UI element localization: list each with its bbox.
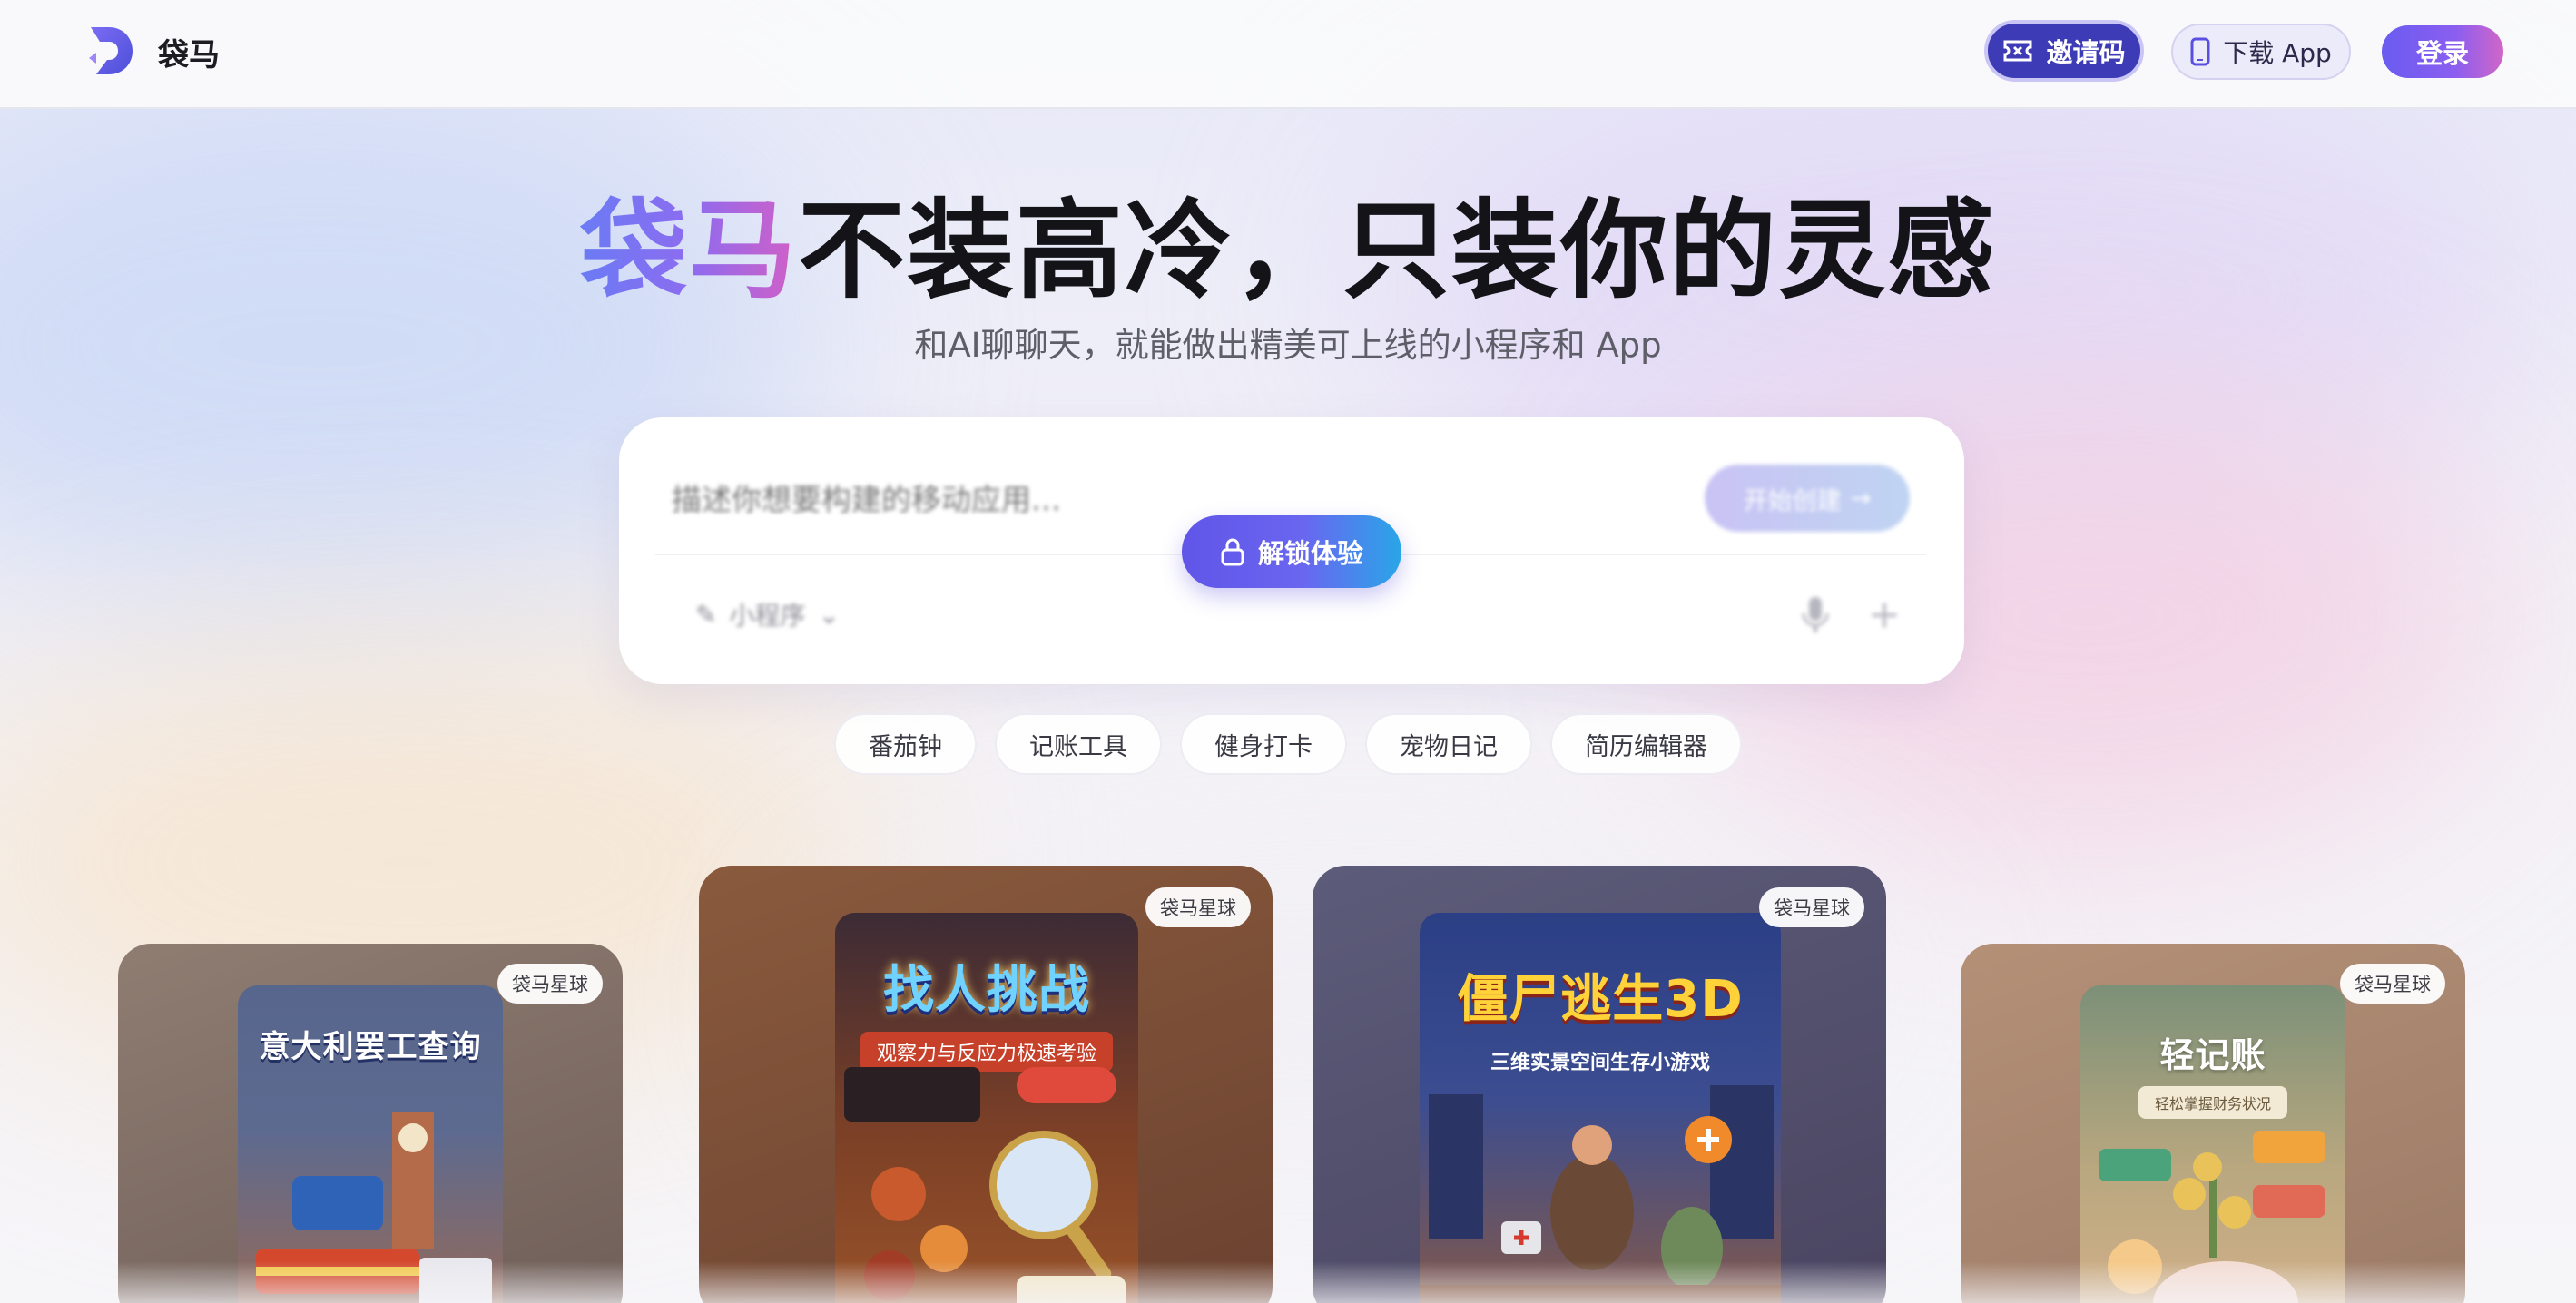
mic-icon[interactable]: [1799, 595, 1832, 635]
download-app-label: 下载 App: [2223, 38, 2332, 68]
hero-title-rest: 不装高冷，只装你的灵感: [798, 188, 1997, 313]
invite-code-label: 邀请码: [2046, 37, 2126, 68]
poster-subtitle: 三维实景空间生存小游戏: [1490, 1052, 1710, 1074]
showcase-card[interactable]: 袋马星球 僵尸逃生3D 三维实景空间生存小游戏: [1313, 866, 1886, 1303]
poster-title: 意大利罢工查询: [259, 1029, 482, 1065]
showcase-badge: 袋马星球: [497, 964, 603, 1004]
chip-fitness[interactable]: 健身打卡: [1180, 713, 1347, 775]
unlock-experience-label: 解锁体验: [1257, 538, 1363, 569]
prompt-card: 开始创建 → ✎ 小程序 ⌄ 解锁体验: [619, 417, 1964, 684]
app-type-select[interactable]: ✎ 小程序 ⌄: [695, 592, 840, 637]
daima-logo-icon[interactable]: [87, 24, 134, 78]
login-button[interactable]: 登录: [2382, 25, 2503, 78]
showcase-poster: 意大利罢工查询: [238, 985, 503, 1303]
poster-title: 找人挑战: [883, 961, 1090, 1020]
showcase-poster: 僵尸逃生3D 三维实景空间生存小游戏: [1420, 913, 1781, 1303]
showcase-card[interactable]: 袋马星球 找人挑战 观察力与反应力极速考验: [699, 866, 1273, 1303]
hero-title: 袋马不装高冷，只装你的灵感: [0, 163, 2576, 318]
chip-resume-editor[interactable]: 简历编辑器: [1550, 713, 1742, 775]
unlock-experience-button[interactable]: 解锁体验: [1182, 515, 1401, 588]
chevron-down-icon: ⌄: [818, 599, 840, 630]
chip-pet-diary[interactable]: 宠物日记: [1365, 713, 1532, 775]
hero-title-accent: 袋马: [579, 188, 798, 313]
top-nav-bar: 袋马 邀请码 下载 App 登录: [0, 0, 2576, 109]
showcase-poster: 找人挑战 观察力与反应力极速考验: [835, 913, 1138, 1303]
phone-icon: [2190, 37, 2210, 66]
hero-subtitle: 和AI聊聊天，就能做出精美可上线的小程序和 App: [914, 326, 1662, 365]
bottom-fade: [0, 1261, 2576, 1303]
app-type-value: 小程序: [729, 601, 806, 631]
start-create-label: 开始创建: [1743, 486, 1842, 515]
showcase-card[interactable]: 袋马星球 轻记账 轻松掌握财务状况: [1961, 944, 2465, 1303]
suggestion-chips: 番茄钟 记账工具 健身打卡 宠物日记 简历编辑器: [0, 713, 2576, 775]
chip-pomodoro[interactable]: 番茄钟: [834, 713, 977, 775]
poster-title: 轻记账: [2159, 1035, 2266, 1075]
start-create-button[interactable]: 开始创建 →: [1705, 465, 1910, 532]
showcase-badge: 袋马星球: [1759, 887, 1864, 927]
showcase-badge: 袋马星球: [1145, 887, 1251, 927]
chip-bookkeeping[interactable]: 记账工具: [995, 713, 1162, 775]
showcase-badge: 袋马星球: [2340, 964, 2445, 1004]
download-app-button[interactable]: 下载 App: [2171, 24, 2351, 80]
lock-icon: [1221, 538, 1244, 566]
ticket-icon: [2003, 40, 2032, 62]
arrow-right-icon: →: [1850, 484, 1872, 513]
plus-icon[interactable]: [1868, 599, 1901, 632]
poster-title: 僵尸逃生3D: [1457, 970, 1744, 1029]
pen-icon: ✎: [695, 599, 717, 630]
showcase-card[interactable]: 袋马星球 意大利罢工查询: [118, 944, 623, 1303]
brand-name[interactable]: 袋马: [158, 30, 220, 74]
invite-code-button[interactable]: 邀请码: [1984, 20, 2144, 82]
showcase-poster: 轻记账 轻松掌握财务状况: [2080, 985, 2345, 1303]
